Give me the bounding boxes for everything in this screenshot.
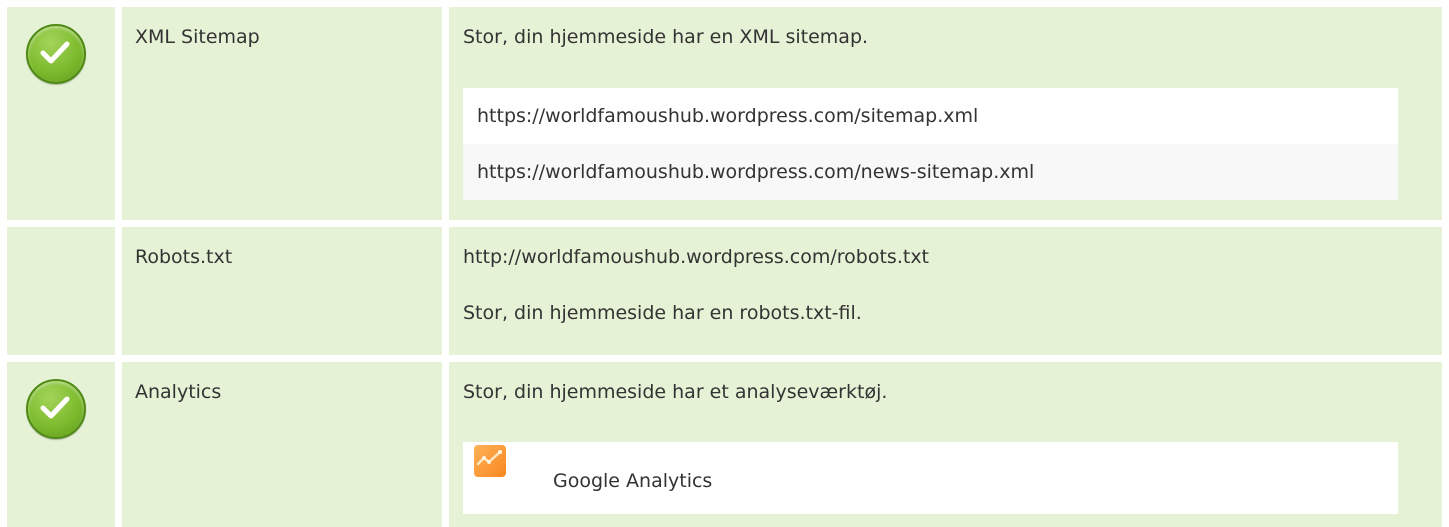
- label-cell-xml-sitemap: XML Sitemap: [122, 7, 442, 220]
- robots-url[interactable]: http://worldfamoushub.wordpress.com/robo…: [463, 243, 929, 271]
- sitemap-url[interactable]: https://worldfamoushub.wordpress.com/new…: [463, 144, 1398, 200]
- check-icon: [26, 379, 86, 439]
- seo-report: XML Sitemap Stor, din hjemmeside har en …: [0, 0, 1449, 527]
- status-cell-robots: [7, 227, 115, 355]
- tool-name: Google Analytics: [553, 470, 713, 492]
- analytics-tool-item: Google Analytics: [463, 442, 1398, 514]
- label-cell-robots: Robots.txt: [122, 227, 442, 355]
- google-analytics-icon: [474, 445, 506, 477]
- row-label: Robots.txt: [135, 246, 233, 268]
- row-label: XML Sitemap: [135, 26, 260, 48]
- label-cell-analytics: Analytics: [122, 362, 442, 527]
- content-cell-xml-sitemap: Stor, din hjemmeside har en XML sitemap.…: [449, 7, 1442, 220]
- status-cell-analytics: [7, 362, 115, 527]
- row-message: Stor, din hjemmeside har en XML sitemap.: [463, 26, 869, 48]
- content-cell-robots: http://worldfamoushub.wordpress.com/robo…: [449, 227, 1442, 355]
- check-icon: [26, 24, 86, 84]
- row-message: Stor, din hjemmeside har en robots.txt-f…: [463, 302, 862, 324]
- content-cell-analytics: Stor, din hjemmeside har et analyseværkt…: [449, 362, 1442, 527]
- sitemap-url[interactable]: https://worldfamoushub.wordpress.com/sit…: [463, 88, 1398, 144]
- status-cell-xml-sitemap: [7, 7, 115, 220]
- row-message: Stor, din hjemmeside har et analyseværkt…: [463, 381, 888, 403]
- sitemap-list: https://worldfamoushub.wordpress.com/sit…: [463, 88, 1398, 200]
- row-label: Analytics: [135, 381, 222, 403]
